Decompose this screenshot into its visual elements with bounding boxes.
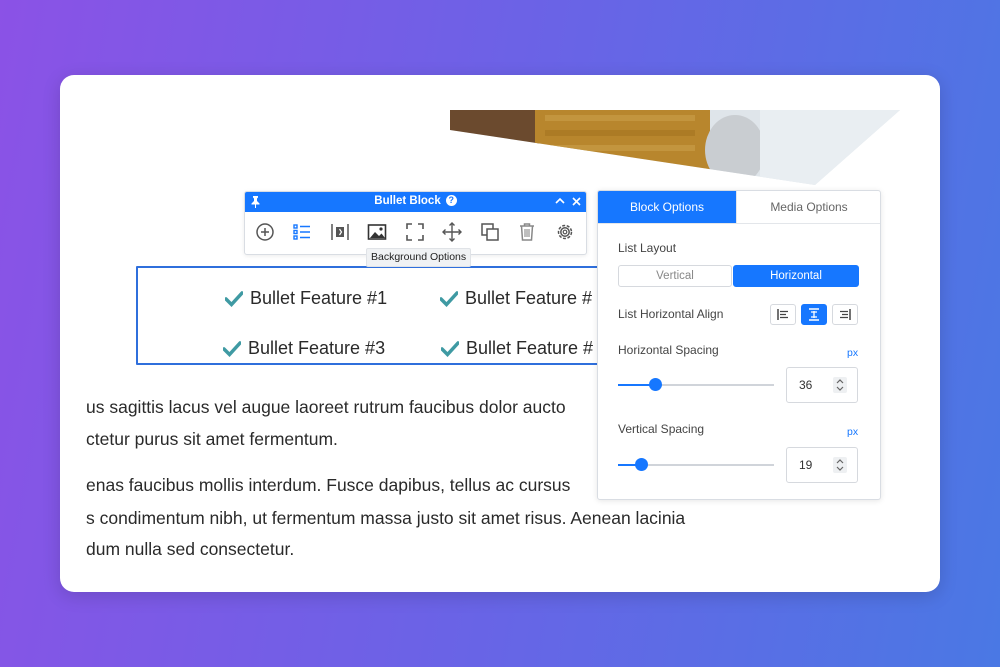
vertical-spacing-unit[interactable]: px — [847, 426, 858, 438]
bullet-text: Bullet Feature #3 — [248, 338, 386, 358]
horizontal-spacing-label: Horizontal Spacing — [618, 343, 719, 357]
image-icon[interactable] — [366, 221, 388, 243]
list-icon[interactable] — [291, 221, 313, 243]
align-right-button[interactable] — [832, 304, 858, 325]
vertical-spacing-input[interactable]: 19 — [786, 447, 858, 483]
toolbar-header[interactable]: Bullet Block? — [245, 192, 586, 212]
duplicate-icon[interactable] — [479, 221, 501, 243]
gear-icon[interactable] — [554, 221, 576, 243]
stepper-icon[interactable] — [833, 377, 847, 393]
toolbar-title: Bullet Block — [374, 195, 441, 207]
paragraph-line: us sagittis lacus vel augue laoreet rutr… — [86, 397, 566, 417]
panel-tabs: Block Options Media Options — [598, 191, 880, 224]
spacing-icon[interactable] — [329, 221, 351, 243]
paragraph-line: dum nulla sed consectetur. — [86, 539, 295, 559]
layout-vertical-button[interactable]: Vertical — [618, 265, 732, 287]
horizontal-spacing-input[interactable]: 36 — [786, 367, 858, 403]
close-icon[interactable] — [572, 197, 581, 206]
add-icon[interactable] — [254, 221, 276, 243]
check-icon — [223, 341, 241, 357]
tooltip: Background Options — [366, 248, 472, 267]
list-layout-label: List Layout — [618, 241, 677, 255]
hero-image — [450, 110, 900, 185]
list-align-label: List Horizontal Align — [618, 307, 724, 321]
bullet-text: Bullet Feature #1 — [250, 288, 388, 308]
vertical-spacing-label: Vertical Spacing — [618, 422, 705, 436]
block-options-panel: Block Options Media Options List Layout … — [597, 190, 881, 500]
bullet-text: Bullet Feature # — [466, 338, 594, 358]
slider-handle[interactable] — [649, 378, 662, 391]
align-right-icon — [840, 309, 851, 320]
paragraph-line: s condimentum nibh, ut fermentum massa j… — [86, 508, 686, 528]
slider-handle[interactable] — [635, 458, 648, 471]
align-left-icon — [777, 309, 788, 320]
layout-horizontal-button[interactable]: Horizontal — [733, 265, 859, 287]
vertical-spacing-slider[interactable] — [618, 458, 774, 471]
vertical-spacing-value: 19 — [799, 458, 813, 472]
paragraph-line: enas faucibus mollis interdum. Fusce dap… — [86, 475, 571, 495]
bullet-block[interactable]: Bullet Feature #1 Bullet Feature # Bulle… — [136, 266, 602, 365]
block-toolbar: Bullet Block? — [244, 191, 587, 255]
check-icon — [225, 291, 243, 307]
page-canvas: Bullet Feature #1 Bullet Feature # Bulle… — [60, 75, 940, 592]
align-center-button[interactable] — [801, 304, 827, 325]
help-icon[interactable]: ? — [445, 195, 457, 206]
chevron-up-icon[interactable] — [555, 197, 565, 205]
paragraph-line: ctetur purus sit amet fermentum. — [86, 429, 338, 449]
check-icon — [441, 341, 459, 357]
horizontal-spacing-unit[interactable]: px — [847, 347, 858, 359]
horizontal-spacing-value: 36 — [799, 378, 813, 392]
tab-block-options[interactable]: Block Options — [598, 191, 736, 223]
check-icon — [440, 291, 458, 307]
tab-media-options[interactable]: Media Options — [736, 191, 881, 223]
move-icon[interactable] — [441, 221, 463, 243]
fullscreen-icon[interactable] — [404, 221, 426, 243]
align-center-icon — [809, 308, 819, 321]
stepper-icon[interactable] — [833, 457, 847, 473]
horizontal-spacing-slider[interactable] — [618, 378, 774, 391]
align-left-button[interactable] — [770, 304, 796, 325]
trash-icon[interactable] — [516, 221, 538, 243]
bullet-text: Bullet Feature # — [465, 288, 593, 308]
